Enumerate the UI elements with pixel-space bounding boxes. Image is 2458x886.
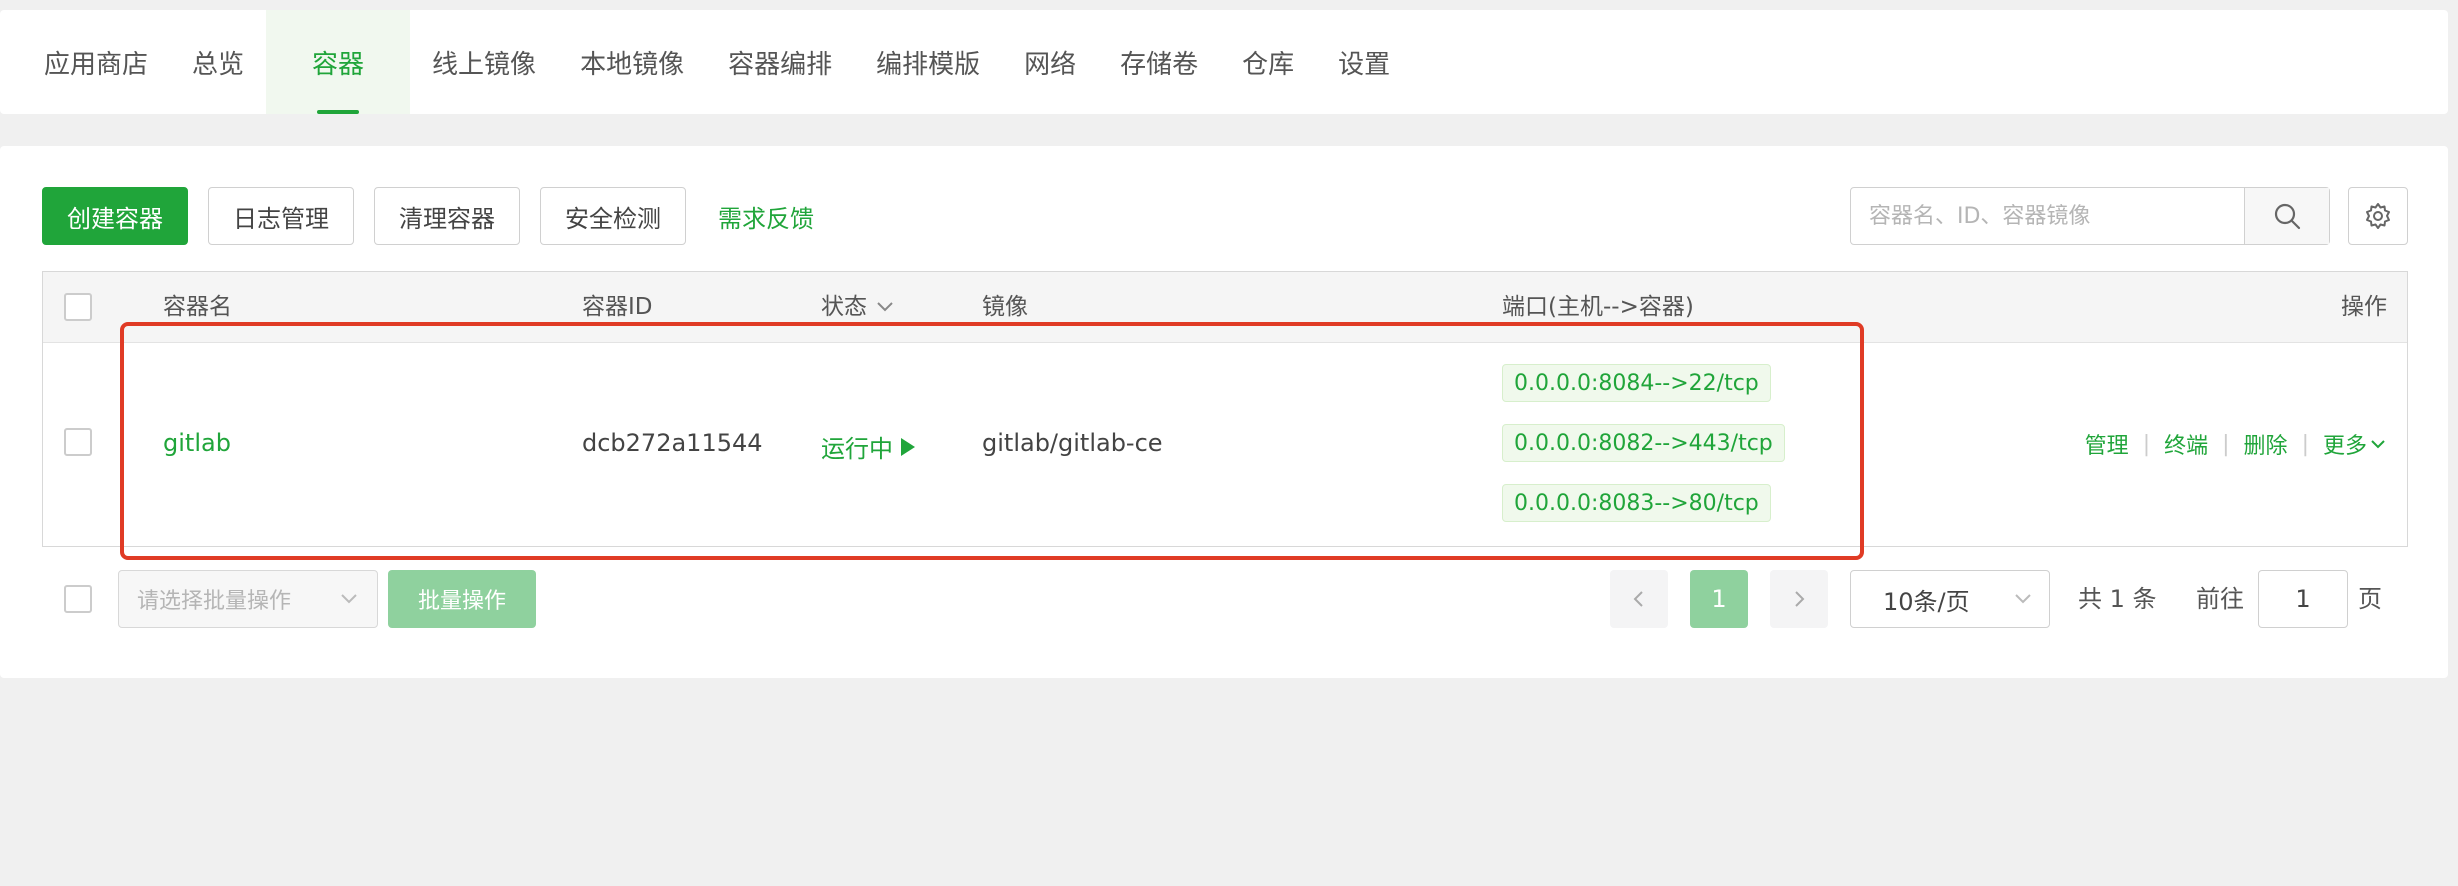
page-unit-label: 页 (2358, 585, 2382, 613)
tab-containers[interactable]: 容器 (266, 10, 411, 114)
port-mapping: 0.0.0.0:8083-->80/tcp (1502, 484, 1771, 522)
table-row: gitlab dcb272a11544 运行中 gitlab/gitlab-ce… (43, 342, 2407, 546)
goto-label: 前往 (2196, 585, 2244, 613)
tab-compose[interactable]: 容器编排 (706, 10, 854, 114)
divider: | (2142, 431, 2151, 457)
next-page-button[interactable] (1770, 570, 1828, 628)
chevron-down-icon (2371, 440, 2385, 449)
header-status-label: 状态 (821, 294, 867, 320)
more-menu[interactable]: 更多 (2323, 428, 2387, 460)
header-ports: 端口(主机-->容器) (1502, 294, 1694, 320)
search-icon (2274, 203, 2301, 230)
header-ops: 操作 (2341, 294, 2387, 320)
tab-settings[interactable]: 设置 (1316, 10, 1412, 114)
port-mapping: 0.0.0.0:8084-->22/tcp (1502, 364, 1771, 402)
manage-link[interactable]: 管理 (2085, 428, 2129, 460)
clean-containers-button[interactable]: 清理容器 (374, 187, 520, 245)
more-label: 更多 (2322, 434, 2367, 459)
page-size-label: 10条/页 (1883, 587, 1970, 616)
goto-page-input[interactable] (2258, 570, 2348, 628)
container-name-link[interactable]: gitlab (163, 429, 231, 457)
create-container-button[interactable]: 创建容器 (42, 187, 188, 245)
status-label: 运行中 (821, 435, 893, 463)
log-management-button[interactable]: 日志管理 (208, 187, 354, 245)
tab-compose-templates[interactable]: 编排模版 (854, 10, 1002, 114)
header-image: 镜像 (982, 294, 1028, 320)
header-name: 容器名 (163, 294, 232, 320)
chevron-left-icon (1633, 591, 1643, 607)
page-size-select[interactable]: 10条/页 (1850, 570, 2050, 628)
chevron-down-icon (341, 594, 357, 604)
total-count: 共 1 条 (2078, 585, 2157, 613)
toolbar: 创建容器 日志管理 清理容器 安全检测 需求反馈 (42, 187, 814, 245)
table-header: 容器名 容器ID 状态 镜像 端口(主机-->容器) 操作 (43, 272, 2407, 343)
header-status[interactable]: 状态 (821, 272, 895, 342)
container-table: 容器名 容器ID 状态 镜像 端口(主机-->容器) 操作 gitlab dcb… (42, 271, 2408, 547)
prev-page-button[interactable] (1610, 570, 1668, 628)
tab-registry[interactable]: 仓库 (1220, 10, 1316, 114)
search-button[interactable] (2244, 188, 2329, 244)
container-panel: 创建容器 日志管理 清理容器 安全检测 需求反馈 容器名 容器ID 状 (0, 146, 2448, 678)
search-input[interactable] (1851, 188, 2244, 244)
table-footer: 请选择批量操作 批量操作 1 10条/页 共 1 条 前往 页 (0, 570, 2448, 630)
chevron-right-icon (1795, 591, 1805, 607)
delete-link[interactable]: 删除 (2244, 428, 2288, 460)
header-id: 容器ID (582, 294, 653, 320)
feedback-link[interactable]: 需求反馈 (718, 199, 814, 234)
row-checkbox[interactable] (64, 428, 92, 456)
page-number[interactable]: 1 (1690, 570, 1748, 628)
tab-network[interactable]: 网络 (1002, 10, 1098, 114)
top-nav: 应用商店 总览 容器 线上镜像 本地镜像 容器编排 编排模版 网络 存储卷 仓库… (0, 10, 2448, 114)
tab-app-store[interactable]: 应用商店 (22, 10, 170, 114)
tab-online-images[interactable]: 线上镜像 (410, 10, 558, 114)
play-icon (901, 437, 915, 456)
tab-overview[interactable]: 总览 (170, 10, 266, 114)
tab-volumes[interactable]: 存储卷 (1098, 10, 1220, 114)
settings-button[interactable] (2348, 187, 2408, 245)
gear-icon (2366, 203, 2390, 229)
chevron-down-icon (877, 302, 893, 312)
port-mapping: 0.0.0.0:8082-->443/tcp (1502, 424, 1785, 462)
search-box (1850, 187, 2330, 245)
select-all-checkbox[interactable] (64, 293, 92, 321)
divider: | (2301, 431, 2309, 457)
divider: | (2222, 431, 2230, 457)
batch-select-placeholder: 请选择批量操作 (137, 589, 292, 614)
chevron-down-icon (2015, 594, 2031, 604)
status-running[interactable]: 运行中 (821, 429, 917, 464)
tab-local-images[interactable]: 本地镜像 (558, 10, 706, 114)
terminal-link[interactable]: 终端 (2164, 428, 2208, 460)
batch-operation-select[interactable]: 请选择批量操作 (118, 570, 378, 628)
container-id: dcb272a11544 (582, 429, 763, 457)
row-actions: 管理 | 终端 | 删除 | 更多 (2085, 342, 2387, 546)
security-check-button[interactable]: 安全检测 (540, 187, 686, 245)
batch-operation-button[interactable]: 批量操作 (388, 570, 536, 628)
batch-select-checkbox[interactable] (64, 585, 92, 613)
container-image: gitlab/gitlab-ce (982, 429, 1163, 457)
